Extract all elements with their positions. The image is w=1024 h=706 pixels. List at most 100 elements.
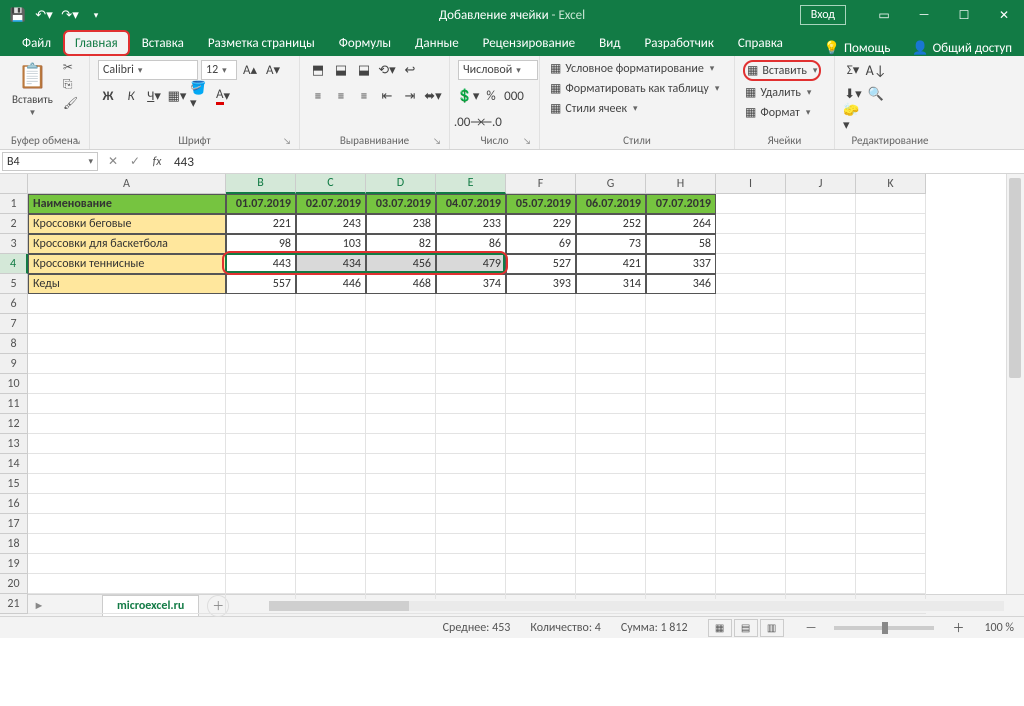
view-page-layout-icon[interactable]: ▤ bbox=[734, 619, 758, 637]
cell[interactable] bbox=[856, 574, 926, 594]
cell[interactable] bbox=[506, 374, 576, 394]
cell[interactable] bbox=[296, 494, 366, 514]
cell[interactable] bbox=[226, 554, 296, 574]
cell[interactable] bbox=[226, 394, 296, 414]
bold-button[interactable]: Ж bbox=[98, 86, 118, 106]
login-button[interactable]: Вход bbox=[800, 5, 846, 25]
row-header[interactable]: 21 bbox=[0, 594, 28, 614]
cell[interactable] bbox=[786, 554, 856, 574]
cell-styles-button[interactable]: ▦Стили ячеек▾ bbox=[548, 100, 640, 117]
cell[interactable] bbox=[436, 454, 506, 474]
zoom-out-button[interactable]: — bbox=[796, 621, 827, 635]
cell[interactable] bbox=[576, 334, 646, 354]
cell[interactable]: 243 bbox=[296, 214, 366, 234]
cell[interactable] bbox=[506, 574, 576, 594]
cell[interactable] bbox=[856, 194, 926, 214]
cell[interactable] bbox=[506, 514, 576, 534]
cell[interactable] bbox=[786, 194, 856, 214]
number-format-combo[interactable]: Числовой▾ bbox=[458, 60, 538, 80]
delete-cells-button[interactable]: ▦Удалить▾ bbox=[743, 84, 813, 101]
cell[interactable] bbox=[576, 554, 646, 574]
cell[interactable]: Наименование bbox=[28, 194, 226, 214]
cell[interactable] bbox=[716, 294, 786, 314]
cell[interactable]: 69 bbox=[506, 234, 576, 254]
clear-icon[interactable]: 🧽▾ bbox=[843, 108, 863, 128]
cell[interactable] bbox=[28, 474, 226, 494]
cell[interactable] bbox=[28, 334, 226, 354]
cell[interactable] bbox=[856, 214, 926, 234]
cell[interactable] bbox=[786, 274, 856, 294]
cell[interactable] bbox=[296, 374, 366, 394]
cell[interactable] bbox=[366, 554, 436, 574]
cell[interactable] bbox=[646, 454, 716, 474]
cell[interactable]: 393 bbox=[506, 274, 576, 294]
cell[interactable] bbox=[506, 474, 576, 494]
cell[interactable] bbox=[856, 474, 926, 494]
row-header[interactable]: 20 bbox=[0, 574, 28, 594]
cell[interactable]: 434 bbox=[296, 254, 366, 274]
cell[interactable] bbox=[716, 494, 786, 514]
cell[interactable] bbox=[506, 334, 576, 354]
cell[interactable]: 346 bbox=[646, 274, 716, 294]
select-all-corner[interactable] bbox=[0, 174, 28, 194]
tab-home[interactable]: Главная bbox=[63, 30, 130, 56]
cell[interactable] bbox=[28, 394, 226, 414]
column-header[interactable]: F bbox=[506, 174, 576, 194]
minimize-icon[interactable]: — bbox=[904, 0, 944, 30]
cell[interactable] bbox=[296, 534, 366, 554]
cell[interactable] bbox=[856, 314, 926, 334]
cell[interactable] bbox=[226, 294, 296, 314]
cell[interactable]: 04.07.2019 bbox=[436, 194, 506, 214]
dialog-launcher-icon[interactable]: ↘ bbox=[283, 136, 291, 147]
cell[interactable] bbox=[716, 474, 786, 494]
cell[interactable] bbox=[856, 434, 926, 454]
cell[interactable] bbox=[436, 354, 506, 374]
cell[interactable] bbox=[646, 574, 716, 594]
horizontal-scrollbar[interactable] bbox=[269, 599, 1004, 613]
borders-icon[interactable]: ▦▾ bbox=[167, 86, 187, 106]
cell[interactable] bbox=[226, 514, 296, 534]
vertical-scrollbar[interactable] bbox=[1006, 174, 1024, 594]
cell[interactable] bbox=[296, 294, 366, 314]
cell[interactable] bbox=[716, 194, 786, 214]
cell[interactable] bbox=[226, 534, 296, 554]
align-bottom-icon[interactable]: ⬓ bbox=[354, 60, 374, 80]
row-header[interactable]: 13 bbox=[0, 434, 28, 454]
cell[interactable] bbox=[786, 394, 856, 414]
view-normal-icon[interactable]: ▦ bbox=[708, 619, 732, 637]
cell[interactable] bbox=[506, 394, 576, 414]
maximize-icon[interactable]: ☐ bbox=[944, 0, 984, 30]
cell[interactable] bbox=[506, 354, 576, 374]
cell[interactable]: 02.07.2019 bbox=[296, 194, 366, 214]
cell[interactable] bbox=[716, 554, 786, 574]
cell[interactable] bbox=[786, 434, 856, 454]
row-header[interactable]: 14 bbox=[0, 454, 28, 474]
cell[interactable] bbox=[366, 494, 436, 514]
orientation-icon[interactable]: ⟲▾ bbox=[377, 60, 397, 80]
cell[interactable] bbox=[28, 494, 226, 514]
tab-data[interactable]: Данные bbox=[403, 30, 471, 56]
cell[interactable] bbox=[576, 474, 646, 494]
fx-icon[interactable]: fx bbox=[146, 150, 168, 173]
cell[interactable] bbox=[296, 454, 366, 474]
copy-icon[interactable]: ⎘ bbox=[63, 78, 81, 92]
qat-customize-icon[interactable]: ▾ bbox=[88, 7, 104, 23]
cell[interactable] bbox=[856, 374, 926, 394]
cell[interactable]: 456 bbox=[366, 254, 436, 274]
cell[interactable] bbox=[436, 334, 506, 354]
cell[interactable] bbox=[506, 294, 576, 314]
cell[interactable] bbox=[28, 514, 226, 534]
cell[interactable] bbox=[436, 434, 506, 454]
cell[interactable] bbox=[786, 574, 856, 594]
cell[interactable] bbox=[856, 254, 926, 274]
cell[interactable] bbox=[226, 434, 296, 454]
cell[interactable] bbox=[506, 554, 576, 574]
cell[interactable] bbox=[436, 394, 506, 414]
cell[interactable] bbox=[366, 454, 436, 474]
cell[interactable]: 374 bbox=[436, 274, 506, 294]
cell[interactable] bbox=[366, 374, 436, 394]
format-painter-icon[interactable]: 🖌 bbox=[63, 96, 81, 110]
cell[interactable] bbox=[646, 354, 716, 374]
cell[interactable] bbox=[716, 234, 786, 254]
cell[interactable] bbox=[856, 334, 926, 354]
